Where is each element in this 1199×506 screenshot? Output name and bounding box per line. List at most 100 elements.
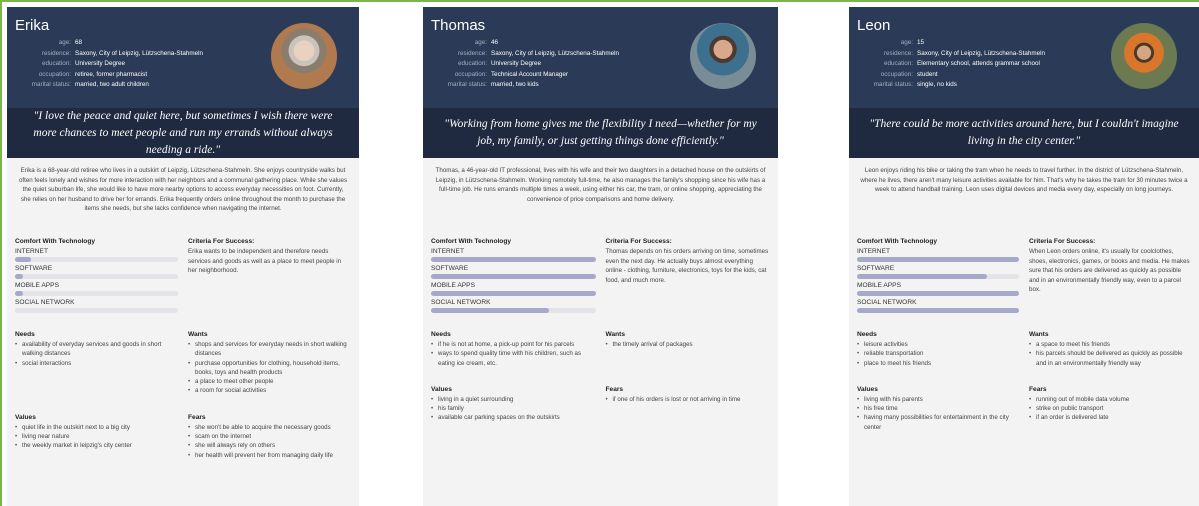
persona-quote: "Working from home gives me the flexibil… bbox=[423, 108, 778, 158]
tech-label-software: SOFTWARE bbox=[857, 265, 895, 272]
list-item: availability of everyday services and go… bbox=[15, 340, 178, 359]
values-heading: Values bbox=[431, 385, 452, 393]
tech-comfort-heading: Comfort With Technology bbox=[431, 238, 512, 245]
needs-heading: Needs bbox=[15, 331, 35, 338]
tech-bar-internet bbox=[857, 257, 1019, 262]
list-item: social interactions bbox=[15, 359, 178, 369]
tech-bar-fill bbox=[857, 274, 987, 279]
tech-bar-fill bbox=[15, 274, 24, 279]
education-label: education: bbox=[883, 60, 913, 67]
tech-bar-fill bbox=[857, 308, 1019, 313]
criteria-heading: Criteria For Success: bbox=[1029, 238, 1096, 245]
list-item: if an order is delivered late bbox=[1029, 413, 1191, 423]
tech-label-mobile-apps: MOBILE APPS bbox=[857, 282, 901, 289]
tech-bar-mobile-apps bbox=[857, 291, 1019, 296]
list-item: a place to meet other people bbox=[188, 377, 351, 387]
wants-heading: Wants bbox=[605, 331, 626, 338]
list-item: available car parking spaces on the outs… bbox=[431, 413, 596, 423]
fears-section: Fears if one of his orders is lost or no… bbox=[606, 386, 771, 423]
marital-status-label: marital status: bbox=[873, 81, 913, 88]
tech-comfort-section: Comfort With Technology INTERNET SOFTWARE… bbox=[15, 238, 188, 313]
list-item: his parcels should be delivered as quick… bbox=[1029, 349, 1191, 368]
fears-list: she won't be able to acquire the necessa… bbox=[188, 423, 351, 460]
tech-label-mobile-apps: MOBILE APPS bbox=[431, 282, 475, 289]
list-item: scam on the internet bbox=[188, 432, 351, 442]
marital-status-value: married, two kids bbox=[491, 81, 539, 88]
fears-heading: Fears bbox=[605, 385, 624, 393]
persona-header: Erika age: 68 residence: Saxony, City of L… bbox=[7, 7, 359, 108]
criteria-section: Criteria For Success: Thomas depends on … bbox=[606, 238, 771, 313]
criteria-text: Thomas depends on his orders arriving on… bbox=[605, 248, 769, 284]
residence-value: Saxony, City of Leipzig, Lützschena-Stah… bbox=[75, 49, 203, 57]
tech-label-mobile-apps: MOBILE APPS bbox=[15, 282, 59, 289]
persona-card-thomas: Thomas age: 46 residence: Saxony, City of … bbox=[423, 7, 778, 506]
tech-bar-fill bbox=[431, 291, 596, 296]
tech-bar-software bbox=[15, 274, 178, 279]
age-label: age: bbox=[58, 39, 71, 46]
list-item: if he is not at home, a pick-up point fo… bbox=[431, 340, 596, 350]
marital-status-label: marital status: bbox=[447, 81, 487, 88]
persona-details-top: Comfort With Technology INTERNET SOFTWARE… bbox=[849, 230, 1199, 313]
criteria-section: Criteria For Success: When Leon orders o… bbox=[1029, 238, 1191, 313]
list-item: his free time bbox=[857, 404, 1019, 414]
education-value: University Degree bbox=[491, 60, 542, 67]
tech-bar-software bbox=[431, 274, 596, 279]
persona-details-top: Comfort With Technology INTERNET SOFTWARE… bbox=[423, 230, 778, 313]
education-value: Elementary school, attends grammar schoo… bbox=[917, 60, 1040, 67]
values-section: Values living in a quiet surroundinghis … bbox=[431, 386, 606, 423]
criteria-section: Criteria For Success: Erika wants to be … bbox=[188, 238, 351, 313]
list-item: she won't be able to acquire the necessa… bbox=[188, 423, 351, 433]
needs-list: if he is not at home, a pick-up point fo… bbox=[431, 340, 596, 368]
age-value: 15 bbox=[917, 39, 925, 46]
tech-bar-internet bbox=[15, 257, 178, 262]
list-item: strike on public transport bbox=[1029, 404, 1191, 414]
persona-photo bbox=[271, 23, 337, 89]
age-label: age: bbox=[474, 39, 487, 46]
age-value: 46 bbox=[491, 39, 499, 46]
list-item: shops and services for everyday needs in… bbox=[188, 340, 351, 359]
fears-heading: Fears bbox=[1029, 385, 1047, 393]
wants-section: Wants a space to meet his friendshis par… bbox=[1029, 331, 1191, 368]
list-item: purchase opportunities for clothing, hou… bbox=[188, 359, 351, 378]
fears-list: running out of mobile data volumestrike … bbox=[1029, 395, 1191, 423]
tech-label-social-network: SOCIAL NETWORK bbox=[15, 299, 75, 306]
tech-bar-fill bbox=[431, 308, 550, 313]
occupation-label: occupation: bbox=[38, 70, 71, 78]
values-section: Values living with his parentshis free t… bbox=[857, 386, 1029, 432]
fears-section: Fears she won't be able to acquire the n… bbox=[188, 414, 351, 460]
list-item: quiet life in the outskirt next to a big… bbox=[15, 423, 178, 433]
marital-status-value: single, no kids bbox=[917, 81, 957, 88]
list-item: place to meet his friends bbox=[857, 359, 1019, 369]
residence-label: residence: bbox=[457, 49, 487, 57]
list-item: living near nature bbox=[15, 432, 178, 442]
list-item: reliable transportation bbox=[857, 349, 1019, 359]
residence-label: residence: bbox=[41, 49, 71, 57]
needs-section: Needs leisure activitiesreliable transpo… bbox=[857, 331, 1029, 368]
tech-label-software: SOFTWARE bbox=[15, 265, 53, 272]
persona-details-mid: Needs leisure activitiesreliable transpo… bbox=[849, 323, 1199, 368]
list-item: living in a quiet surrounding bbox=[431, 395, 596, 405]
tech-bar-social-network bbox=[857, 308, 1019, 313]
needs-heading: Needs bbox=[857, 331, 877, 338]
persona-photo bbox=[1111, 23, 1177, 89]
wants-list: shops and services for everyday needs in… bbox=[188, 340, 351, 396]
tech-bar-fill bbox=[857, 257, 1019, 262]
values-heading: Values bbox=[15, 413, 36, 421]
tech-bar-fill bbox=[15, 291, 24, 296]
tech-comfort-heading: Comfort With Technology bbox=[15, 238, 96, 245]
persona-photo bbox=[690, 23, 756, 89]
occupation-value: Technical Account Manager bbox=[491, 70, 569, 78]
marital-status-value: married, two adult children bbox=[75, 81, 149, 88]
list-item: having many possibilities for entertainm… bbox=[857, 413, 1019, 432]
tech-comfort-section: Comfort With Technology INTERNET SOFTWARE… bbox=[857, 238, 1029, 313]
wants-section: Wants the timely arrival of packages bbox=[606, 331, 771, 368]
list-item: a space to meet his friends bbox=[1029, 340, 1191, 350]
tech-bar-fill bbox=[431, 274, 596, 279]
list-item: her health will prevent her from managin… bbox=[188, 451, 351, 461]
persona-card-leon: Leon age: 15 residence: Saxony, City of Le… bbox=[849, 7, 1199, 506]
tech-bar-internet bbox=[431, 257, 596, 262]
wants-section: Wants shops and services for everyday ne… bbox=[188, 331, 351, 396]
wants-list: a space to meet his friendshis parcels s… bbox=[1029, 340, 1191, 368]
list-item: living with his parents bbox=[857, 395, 1019, 405]
occupation-value: student bbox=[917, 70, 938, 78]
